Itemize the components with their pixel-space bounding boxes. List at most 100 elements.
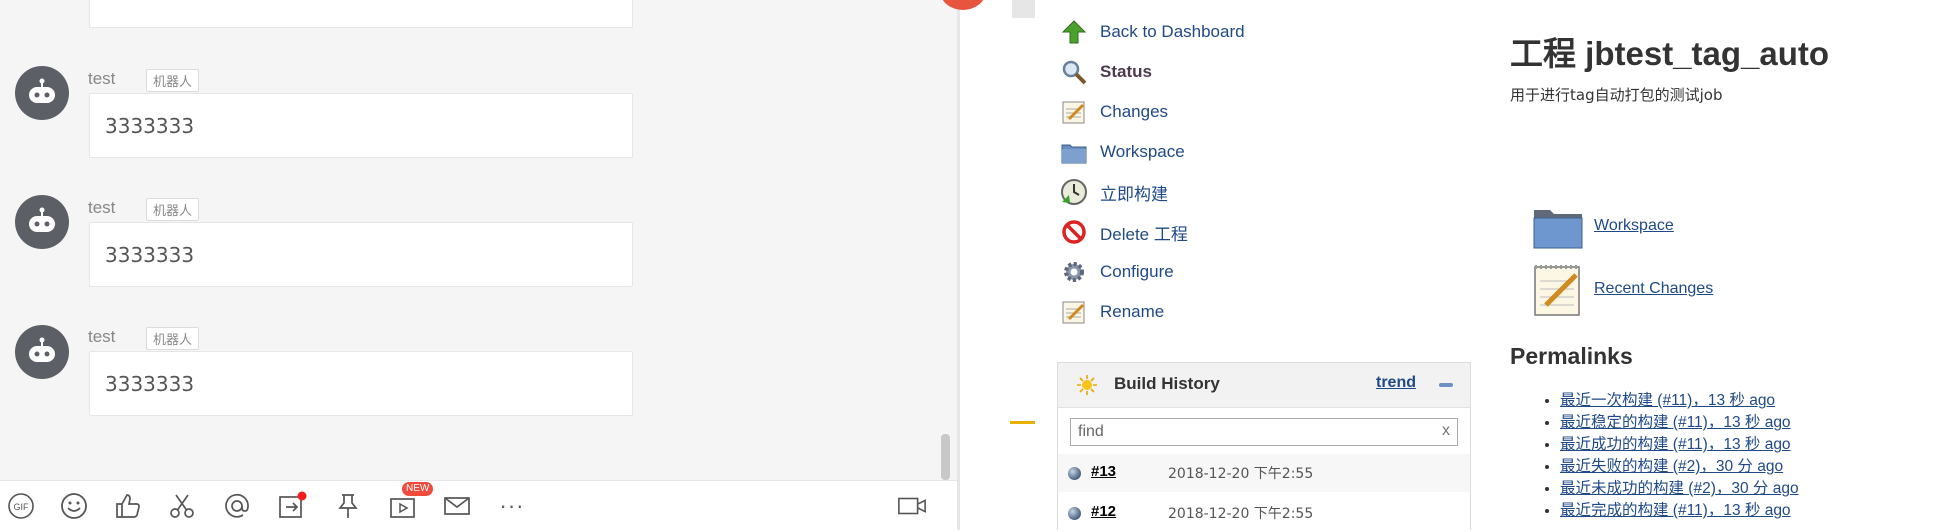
permalink[interactable]: 最近完成的构建 (#11)，13 秒 ago bbox=[1560, 502, 1791, 519]
yellow-marker bbox=[1010, 421, 1035, 424]
workspace-link[interactable]: Workspace bbox=[1594, 217, 1674, 235]
task-label[interactable]: Status bbox=[1100, 62, 1152, 82]
folder-icon bbox=[1530, 198, 1586, 254]
list-item: 最近稳定的构建 (#11)，13 秒 ago bbox=[1560, 412, 1799, 434]
task-configure[interactable]: Configure bbox=[1060, 257, 1174, 287]
video-icon[interactable]: NEW bbox=[388, 482, 434, 521]
robot-avatar[interactable] bbox=[15, 325, 69, 379]
list-item: 最近成功的构建 (#11)，13 秒 ago bbox=[1560, 434, 1799, 456]
thumbs-up-icon[interactable] bbox=[113, 491, 143, 521]
robot-icon bbox=[29, 337, 55, 362]
divider-strip bbox=[1012, 0, 1035, 18]
task-workspace[interactable]: Workspace bbox=[1060, 137, 1185, 167]
robot-tag: 机器人 bbox=[146, 327, 200, 350]
message-text: 3333333 bbox=[105, 243, 195, 267]
chat-scrollbar[interactable] bbox=[941, 434, 950, 480]
build-number-link[interactable]: #13 bbox=[1091, 463, 1116, 480]
build-filter-input[interactable]: find x bbox=[1070, 418, 1458, 446]
collapse-icon[interactable] bbox=[1439, 383, 1453, 387]
workspace-link-item[interactable]: Workspace bbox=[1530, 198, 1674, 254]
trend-link[interactable]: trend bbox=[1376, 374, 1416, 392]
permalink[interactable]: 最近失败的构建 (#2)，30 分 ago bbox=[1560, 458, 1783, 475]
task-label[interactable]: Configure bbox=[1100, 262, 1174, 282]
camera-icon[interactable] bbox=[897, 491, 927, 521]
task-label[interactable]: Workspace bbox=[1100, 142, 1185, 162]
permalink[interactable]: 最近一次构建 (#11)，13 秒 ago bbox=[1560, 392, 1775, 409]
robot-icon bbox=[29, 207, 55, 232]
permalink[interactable]: 最近成功的构建 (#11)，13 秒 ago bbox=[1560, 436, 1791, 453]
sender-name[interactable]: test bbox=[88, 198, 115, 218]
filter-placeholder: find bbox=[1078, 423, 1104, 440]
build-number-link[interactable]: #12 bbox=[1091, 503, 1116, 520]
build-history-title: Build History bbox=[1114, 374, 1220, 393]
robot-icon bbox=[29, 78, 55, 103]
pin-icon[interactable] bbox=[333, 491, 363, 521]
message-text: 3333333 bbox=[105, 114, 195, 138]
task-label[interactable]: 立即构建 bbox=[1100, 180, 1168, 205]
notepad-icon bbox=[1530, 261, 1586, 317]
robot-tag: 机器人 bbox=[146, 198, 200, 221]
build-row[interactable]: #12 2018-12-20 下午2:55 bbox=[1058, 494, 1470, 532]
gif-label: GIF bbox=[14, 502, 30, 512]
page-title: 工程 jbtest_tag_auto bbox=[1510, 35, 1830, 72]
robot-tag: 机器人 bbox=[146, 69, 200, 92]
gear-icon bbox=[1060, 258, 1088, 286]
clock-icon bbox=[1060, 178, 1088, 206]
task-back-to-dashboard[interactable]: Back to Dashboard bbox=[1060, 17, 1245, 47]
new-badge: NEW bbox=[402, 482, 434, 496]
sun-icon bbox=[1076, 374, 1098, 401]
task-changes[interactable]: Changes bbox=[1060, 97, 1168, 127]
list-item: 最近未成功的构建 (#2)，30 分 ago bbox=[1560, 478, 1799, 500]
at-icon[interactable] bbox=[222, 491, 252, 521]
build-row[interactable]: #13 2018-12-20 下午2:55 bbox=[1058, 454, 1470, 492]
task-label[interactable]: Changes bbox=[1100, 102, 1168, 122]
task-label[interactable]: Rename bbox=[1100, 302, 1164, 322]
job-description: 用于进行tag自动打包的测试job bbox=[1510, 86, 1723, 104]
message-text: 3333333 bbox=[105, 372, 195, 396]
message-bubble[interactable]: 3333333 bbox=[89, 351, 633, 416]
folder-icon bbox=[1060, 138, 1088, 166]
recent-changes-link-item[interactable]: Recent Changes bbox=[1530, 261, 1713, 317]
robot-avatar[interactable] bbox=[15, 66, 69, 120]
task-rename[interactable]: Rename bbox=[1060, 297, 1164, 327]
middle-strip bbox=[960, 0, 1010, 530]
task-label[interactable]: Back to Dashboard bbox=[1100, 22, 1245, 42]
task-build-now[interactable]: 立即构建 bbox=[1060, 177, 1168, 207]
permalinks-heading: Permalinks bbox=[1510, 343, 1633, 369]
message-bubble[interactable]: 3333333 bbox=[89, 222, 633, 287]
sender-name[interactable]: test bbox=[88, 69, 115, 89]
message-bubble-partial bbox=[89, 0, 633, 28]
mail-icon[interactable] bbox=[442, 491, 472, 521]
message-bubble[interactable]: 3333333 bbox=[89, 93, 633, 158]
permalinks-list: 最近一次构建 (#11)，13 秒 ago 最近稳定的构建 (#11)，13 秒… bbox=[1530, 390, 1799, 522]
jenkins-job-page: Back to Dashboard Status Changes Workspa… bbox=[1035, 0, 1935, 530]
search-icon bbox=[1060, 58, 1088, 86]
notepad-icon bbox=[1060, 298, 1088, 326]
task-status[interactable]: Status bbox=[1060, 57, 1152, 87]
no-entry-icon bbox=[1060, 218, 1088, 246]
task-label[interactable]: Delete 工程 bbox=[1100, 220, 1188, 245]
more-icon[interactable]: ··· bbox=[497, 491, 527, 521]
build-time[interactable]: 2018-12-20 下午2:55 bbox=[1168, 503, 1313, 523]
gif-icon[interactable]: GIF bbox=[6, 491, 36, 521]
chat-toolbar: GIF NEW ··· bbox=[0, 480, 957, 530]
up-arrow-icon bbox=[1060, 18, 1088, 46]
recent-changes-link[interactable]: Recent Changes bbox=[1594, 280, 1713, 298]
more-label: ··· bbox=[499, 493, 525, 518]
emoji-icon[interactable] bbox=[59, 491, 89, 521]
chat-panel: test 机器人 3333333 test 机器人 3333333 test 机… bbox=[0, 0, 957, 530]
permalink[interactable]: 最近未成功的构建 (#2)，30 分 ago bbox=[1560, 480, 1799, 497]
clear-filter-icon[interactable]: x bbox=[1442, 422, 1450, 440]
notepad-icon bbox=[1060, 98, 1088, 126]
list-item: 最近一次构建 (#11)，13 秒 ago bbox=[1560, 390, 1799, 412]
sender-name[interactable]: test bbox=[88, 327, 115, 347]
build-history-header: Build History trend bbox=[1058, 363, 1470, 408]
build-history-panel: Build History trend find x #13 2018-12-2… bbox=[1057, 362, 1471, 530]
robot-avatar[interactable] bbox=[15, 195, 69, 249]
scissors-icon[interactable] bbox=[167, 491, 197, 521]
task-delete[interactable]: Delete 工程 bbox=[1060, 217, 1188, 247]
share-icon[interactable] bbox=[277, 491, 307, 521]
permalink[interactable]: 最近稳定的构建 (#11)，13 秒 ago bbox=[1560, 414, 1791, 431]
list-item: 最近完成的构建 (#11)，13 秒 ago bbox=[1560, 500, 1799, 522]
build-time[interactable]: 2018-12-20 下午2:55 bbox=[1168, 463, 1313, 483]
